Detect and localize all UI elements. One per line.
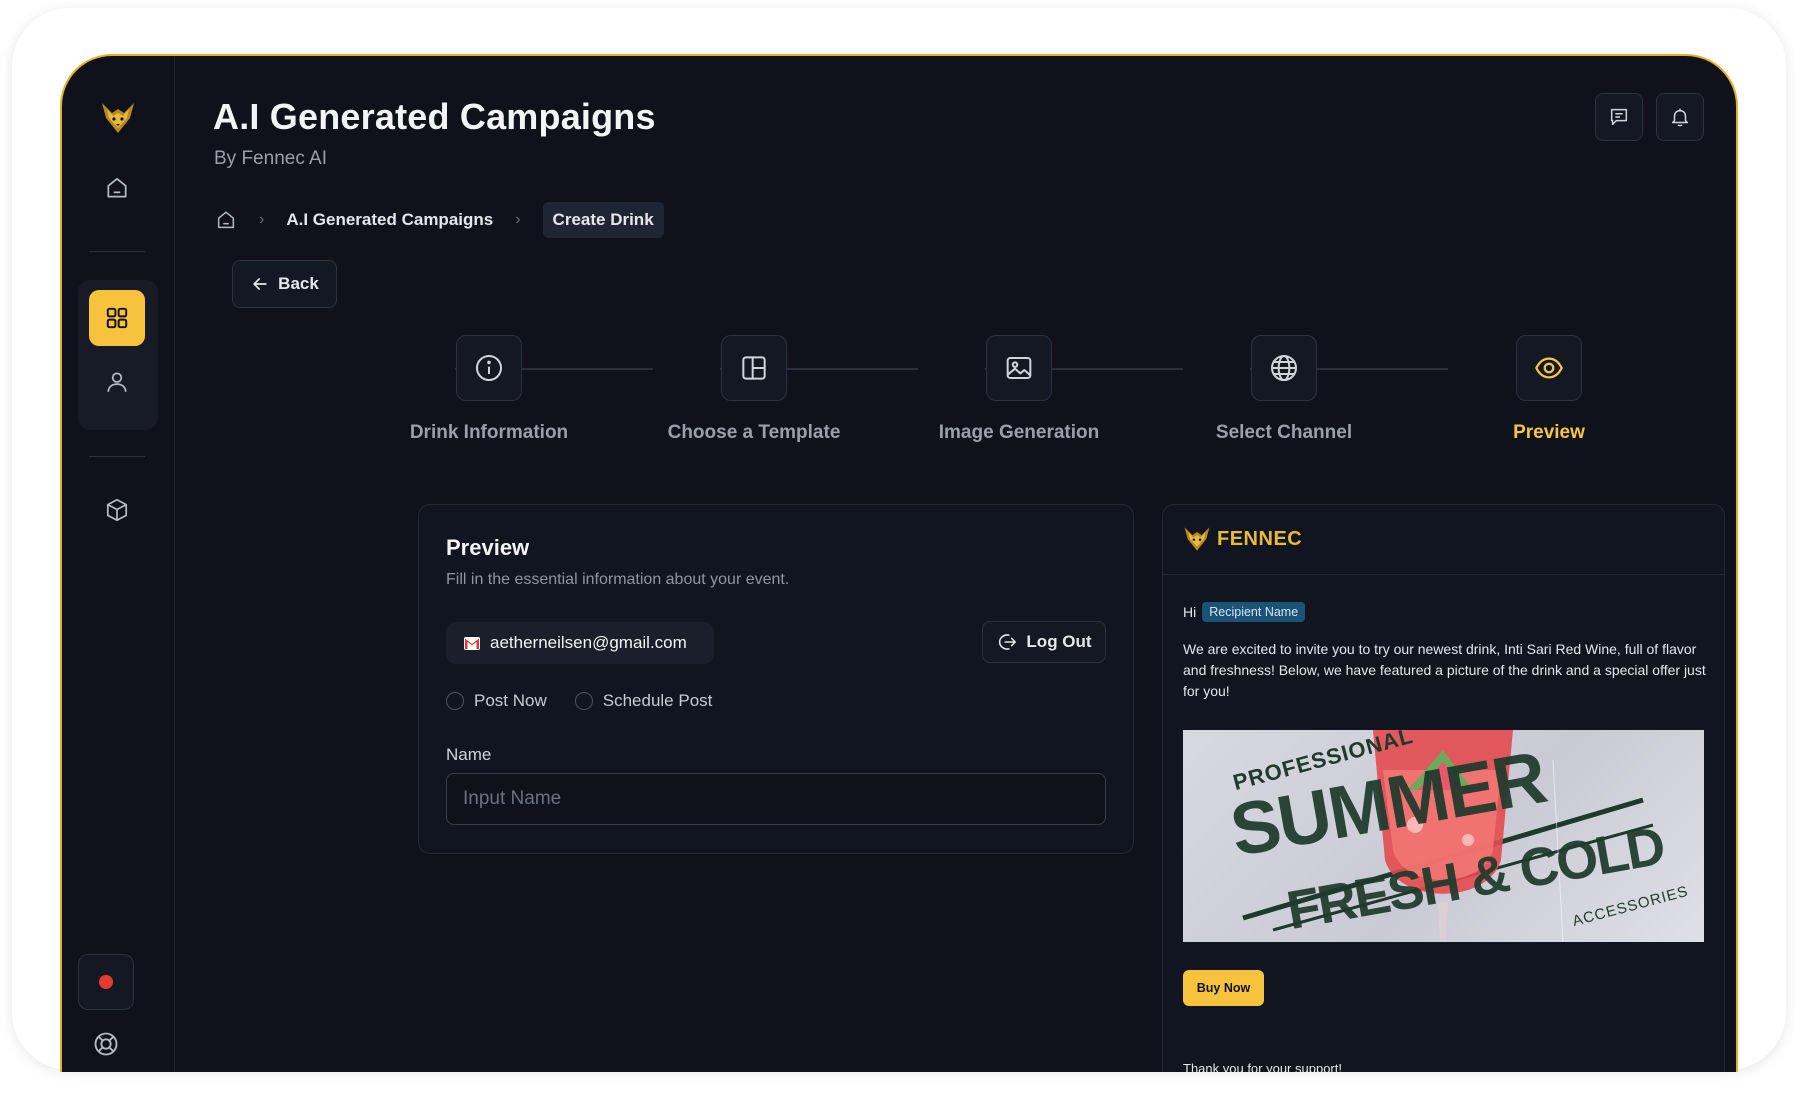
template-icon bbox=[742, 356, 766, 380]
user-icon bbox=[107, 372, 127, 392]
globe-icon bbox=[1271, 355, 1297, 381]
step-select-channel[interactable] bbox=[1251, 335, 1317, 401]
account-email: aetherneilsen@gmail.com bbox=[490, 633, 687, 652]
cube-icon bbox=[106, 498, 128, 522]
logout-button[interactable]: Log Out bbox=[982, 621, 1106, 663]
breadcrumb-home[interactable] bbox=[215, 209, 237, 231]
radio-schedule-post[interactable]: Schedule Post bbox=[574, 691, 713, 711]
radio-label: Post Now bbox=[474, 691, 547, 710]
step-drink-information[interactable] bbox=[456, 335, 522, 401]
back-button[interactable]: Back bbox=[232, 260, 337, 308]
page-title: A.I Generated Campaigns bbox=[213, 96, 656, 137]
step-label: Select Channel bbox=[1215, 422, 1353, 443]
breadcrumb-item-current: Create Drink bbox=[542, 202, 664, 238]
name-input[interactable] bbox=[446, 773, 1106, 825]
email-preview-header: FENNEC bbox=[1163, 505, 1724, 575]
home-icon bbox=[107, 177, 127, 198]
buy-now-button[interactable]: Buy Now bbox=[1183, 970, 1264, 1006]
record-dot-icon bbox=[99, 975, 113, 989]
radio-circle-icon bbox=[446, 692, 464, 710]
record-button[interactable] bbox=[78, 954, 134, 1010]
products-nav-button[interactable] bbox=[89, 482, 145, 538]
fennec-logo-icon[interactable] bbox=[100, 100, 136, 136]
sidebar bbox=[62, 56, 175, 1072]
drink-promo-image: PROFESSIONAL SUMMER FRESH & COLD ACCESSO… bbox=[1183, 730, 1704, 942]
step-label: Preview bbox=[1513, 422, 1585, 443]
step-preview[interactable] bbox=[1516, 335, 1582, 401]
email-signoff: Thank you for your support! bbox=[1183, 1061, 1342, 1072]
home-nav-button[interactable] bbox=[89, 160, 145, 216]
fennec-logo-icon bbox=[1184, 527, 1210, 551]
grid-icon bbox=[106, 307, 128, 329]
email-preview-panel: FENNEC Hi Recipient Name We are excited … bbox=[1162, 504, 1725, 1072]
app-window: A.I Generated Campaigns By Fennec AI › A… bbox=[60, 54, 1738, 1072]
step-label: Choose a Template bbox=[667, 422, 841, 443]
greeting-text: Hi bbox=[1183, 604, 1197, 620]
main-content: A.I Generated Campaigns By Fennec AI › A… bbox=[175, 56, 1736, 1072]
chevron-right-icon: › bbox=[259, 211, 265, 228]
messages-button[interactable] bbox=[1595, 93, 1643, 141]
dashboard-nav-button[interactable] bbox=[89, 290, 145, 346]
gmail-icon bbox=[464, 636, 480, 650]
email-greeting: Hi Recipient Name bbox=[1183, 602, 1306, 622]
radio-label: Schedule Post bbox=[602, 691, 713, 710]
notifications-button[interactable] bbox=[1656, 93, 1704, 141]
breadcrumb: › A.I Generated Campaigns › Create Drink bbox=[215, 202, 664, 238]
chat-icon bbox=[1610, 108, 1628, 126]
chevron-right-icon: › bbox=[515, 211, 521, 228]
email-brand-logo: FENNEC bbox=[1183, 525, 1302, 553]
support-button[interactable] bbox=[78, 1016, 134, 1072]
step-label: Drink Information bbox=[409, 422, 569, 443]
logout-label: Log Out bbox=[1026, 632, 1092, 651]
connected-account-chip: aetherneilsen@gmail.com bbox=[446, 622, 714, 664]
breadcrumb-item-campaigns[interactable]: A.I Generated Campaigns bbox=[286, 210, 493, 230]
back-label: Back bbox=[278, 274, 319, 293]
radio-post-now[interactable]: Post Now bbox=[446, 691, 547, 711]
eye-icon bbox=[1535, 357, 1563, 379]
email-body-text: We are excited to invite you to try our … bbox=[1183, 641, 1706, 699]
radio-circle-icon bbox=[574, 692, 593, 710]
logout-icon bbox=[999, 634, 1017, 650]
recipient-name-tag: Recipient Name bbox=[1202, 602, 1306, 622]
step-image-generation[interactable] bbox=[986, 335, 1052, 401]
arrow-left-icon bbox=[253, 278, 267, 290]
step-choose-template[interactable] bbox=[721, 335, 787, 401]
post-timing-radio-group: Post Now Schedule Post bbox=[446, 691, 712, 711]
sidebar-divider bbox=[89, 251, 145, 252]
card-description: Fill in the essential information about … bbox=[446, 571, 790, 588]
home-icon bbox=[217, 211, 235, 229]
info-icon bbox=[476, 355, 502, 381]
brand-name: FENNEC bbox=[1217, 527, 1303, 550]
image-icon bbox=[1006, 357, 1032, 379]
lifebuoy-icon bbox=[94, 1032, 118, 1056]
card-title: Preview bbox=[446, 535, 530, 560]
name-field-label: Name bbox=[446, 745, 492, 764]
profile-nav-button[interactable] bbox=[89, 354, 145, 410]
preview-form-card: Preview Fill in the essential informatio… bbox=[418, 504, 1134, 854]
sidebar-divider bbox=[89, 456, 145, 457]
step-label: Image Generation bbox=[938, 422, 1100, 443]
page-subtitle: By Fennec AI bbox=[214, 148, 328, 169]
bell-icon bbox=[1671, 108, 1689, 127]
